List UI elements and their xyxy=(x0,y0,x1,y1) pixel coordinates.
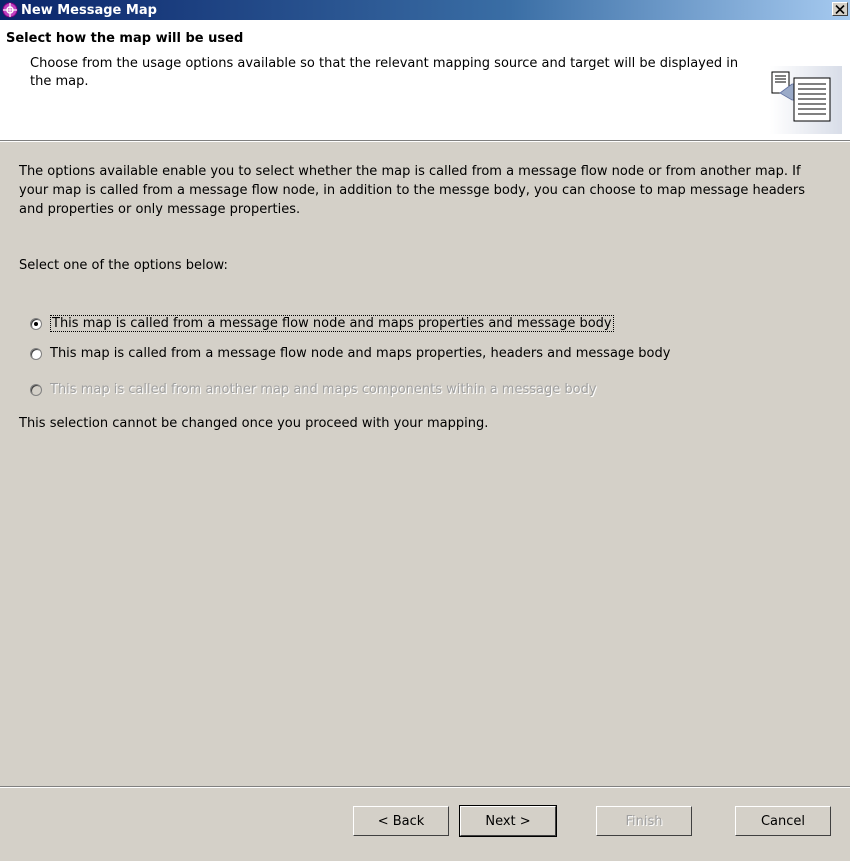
message-map-icon xyxy=(2,2,18,18)
next-button[interactable]: Next > xyxy=(459,805,557,837)
cancel-button[interactable]: Cancel xyxy=(735,806,831,836)
header-title: Select how the map will be used xyxy=(6,31,244,46)
close-icon xyxy=(835,4,845,14)
selection-note: This selection cannot be changed once yo… xyxy=(19,416,489,431)
window-title: New Message Map xyxy=(21,2,157,18)
option-called-from-map: This map is called from another map and … xyxy=(30,382,597,397)
finish-button: Finish xyxy=(596,806,692,836)
title-bar: New Message Map xyxy=(0,0,850,20)
header-description: Choose from the usage options available … xyxy=(30,56,739,89)
close-button[interactable] xyxy=(832,2,848,16)
radio-button-disabled xyxy=(30,383,42,396)
documents-icon xyxy=(770,66,842,134)
option-properties-headers-body[interactable]: This map is called from a message flow n… xyxy=(30,346,670,361)
new-message-map-dialog: New Message Map Select how the map will … xyxy=(0,0,850,861)
radio-button[interactable] xyxy=(30,347,42,360)
option-label[interactable]: This map is called from a message flow n… xyxy=(50,315,614,332)
intro-paragraph: The options available enable you to sele… xyxy=(19,164,806,217)
header-separator xyxy=(0,140,850,142)
option-label-disabled: This map is called from another map and … xyxy=(50,382,597,397)
select-prompt: Select one of the options below: xyxy=(19,258,228,273)
back-button[interactable]: < Back xyxy=(353,806,449,836)
option-properties-body[interactable]: This map is called from a message flow n… xyxy=(30,315,614,332)
button-bar-separator xyxy=(0,786,850,788)
radio-button-selected[interactable] xyxy=(30,317,42,330)
option-label[interactable]: This map is called from a message flow n… xyxy=(50,346,670,361)
